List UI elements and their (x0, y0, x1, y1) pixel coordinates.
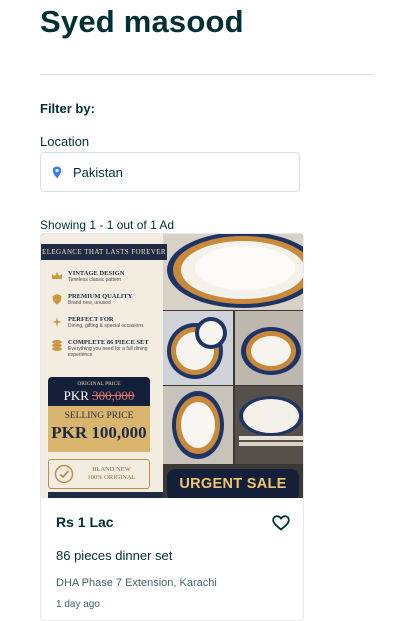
location-label: Location (40, 134, 90, 149)
plates-photo-2 (235, 311, 303, 385)
ad-posted-date: 1 day ago (56, 599, 100, 610)
plates-photo-4 (235, 386, 303, 464)
feature-title: COMPLETE 86 PIECE SET (68, 339, 149, 346)
selling-price-box: SELLING PRICE PKR 100,000 (48, 406, 150, 452)
feature-title: VINTAGE DESIGN (68, 270, 125, 277)
ad-image[interactable]: ELEGANCE THAT LASTS FOREVER VINTAGE DESI… (41, 234, 303, 498)
promo-banner: ELEGANCE THAT LASTS FOREVER (41, 244, 167, 260)
promo-strip (48, 492, 163, 498)
plates-photo-3 (163, 386, 233, 464)
original-badge: BLAND NEW 100% ORIGINAL (48, 459, 150, 489)
feature-desc: Brand new, unused (68, 300, 111, 306)
ad-location: DHA Phase 7 Extension, Karachi (56, 577, 217, 589)
original-price-box: ORIGINAL PRICE PKR 300,000 (48, 377, 150, 406)
feature-title: PERFECT FOR (68, 316, 114, 323)
location-filter-field[interactable]: Pakistan (40, 152, 300, 192)
badge-line-2: 100% ORIGINAL (87, 474, 136, 481)
sparkle-icon (52, 317, 62, 327)
feature-quality: PREMIUM QUALITY Brand new, unused (51, 293, 163, 306)
promo-panel: ELEGANCE THAT LASTS FOREVER VINTAGE DESI… (41, 234, 167, 498)
check-badge-icon (54, 464, 74, 484)
results-count: Showing 1 - 1 out of 1 Ad (40, 218, 175, 232)
ad-price: Rs 1 Lac (56, 514, 114, 530)
feature-complete-set: COMPLETE 86 PIECE SET Everything you nee… (51, 339, 163, 358)
feature-desc: Dining, gifting & special occasions (68, 323, 144, 329)
urgent-sale-banner: URGENT SALE (167, 469, 299, 498)
seller-name: Syed masood (40, 4, 244, 39)
selling-price: PKR 100,000 (51, 423, 147, 442)
original-amount: 300,000 (92, 388, 135, 403)
original-price-label: ORIGINAL PRICE (77, 381, 121, 387)
filter-title: Filter by: (40, 101, 95, 116)
selling-price-label: SELLING PRICE (64, 411, 134, 421)
location-pin-icon (52, 165, 64, 179)
crown-icon (52, 272, 62, 279)
platter-photo (163, 234, 303, 310)
ad-card[interactable]: ELEGANCE THAT LASTS FOREVER VINTAGE DESI… (40, 233, 304, 621)
divider (40, 74, 372, 75)
feature-perfect-for: PERFECT FOR Dining, gifting & special oc… (51, 316, 163, 329)
ad-title[interactable]: 86 pieces dinner set (56, 548, 172, 563)
badge-text: BLAND NEW 100% ORIGINAL (74, 466, 149, 482)
original-currency: PKR (63, 388, 89, 403)
shield-icon (52, 294, 62, 305)
original-price: PKR 300,000 (48, 388, 150, 404)
stack-icon (52, 340, 62, 351)
feature-desc: Timeless classic pattern (68, 277, 122, 283)
favorite-heart-icon[interactable] (270, 513, 292, 533)
feature-vintage: VINTAGE DESIGN Timeless classic pattern (51, 270, 163, 283)
location-value: Pakistan (73, 164, 123, 180)
feature-title: PREMIUM QUALITY (68, 293, 133, 300)
feature-desc: Everything you need for a full dining ex… (68, 346, 148, 358)
badge-line-1: BLAND NEW (92, 466, 131, 473)
plates-photo-1 (163, 311, 233, 385)
